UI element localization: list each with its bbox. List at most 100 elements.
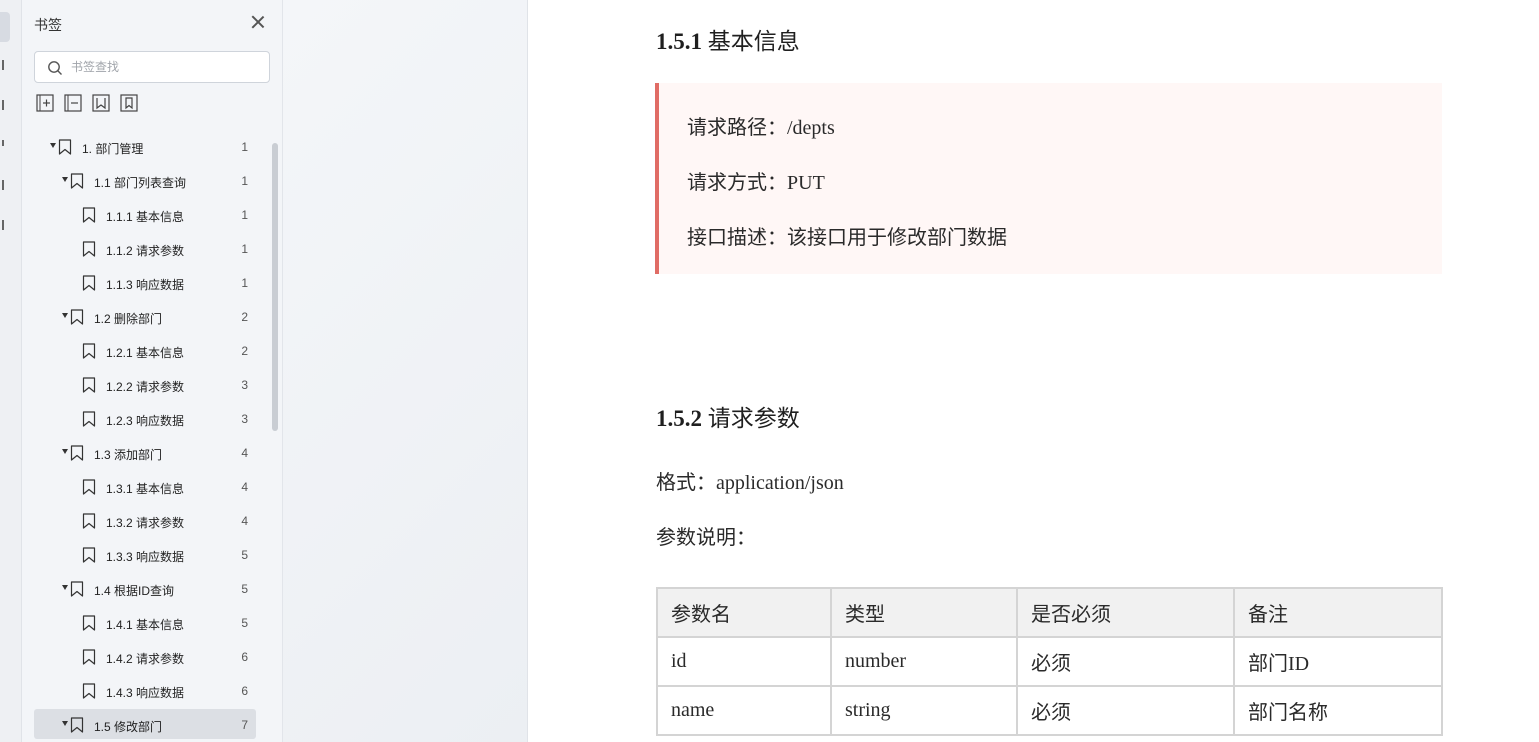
section-heading-basic-info: 1.5.1 基本信息 [656, 22, 800, 56]
table-cell: id [656, 636, 832, 687]
bookmark-item[interactable]: 1.2 删除部门 2 [34, 301, 256, 331]
bookmark-item[interactable]: 1.1.1 基本信息 1 [34, 199, 256, 229]
bookmark-icon [82, 377, 96, 393]
document-page: 1.5.1 基本信息 请求路径：/depts 请求方式：PUT 接口描述：该接口… [529, 0, 1539, 742]
bookmark-page-number: 2 [241, 310, 248, 324]
bookmark-label: 1.1.1 基本信息 [106, 210, 185, 224]
bookmark-item[interactable]: 1.3.3 响应数据 5 [34, 539, 256, 569]
bookmark-label: 1. 部门管理 [82, 142, 144, 156]
bookmark-icon [58, 139, 72, 155]
bookmark-icon [82, 343, 96, 359]
expand-arrow-icon[interactable] [62, 313, 68, 318]
bookmark-icon [70, 717, 84, 733]
bookmark-item[interactable]: 1.1.3 响应数据 1 [34, 267, 256, 297]
layers-icon[interactable] [0, 180, 4, 190]
bookmark-page-number: 4 [241, 514, 248, 528]
params-table: 参数名 类型 是否必须 备注 id number 必须 部门ID name st… [656, 587, 1443, 736]
bookmark-label: 1.1.2 请求参数 [106, 244, 185, 258]
bookmark-item[interactable]: 1.1 部门列表查询 1 [34, 165, 256, 195]
table-header-row: 参数名 类型 是否必须 备注 [656, 587, 1443, 638]
bookmark-page-number: 2 [241, 344, 248, 358]
close-icon[interactable] [250, 14, 266, 30]
table-cell: 必须 [1016, 636, 1235, 687]
bookmark-page-number: 5 [241, 616, 248, 630]
bookmark-icon [82, 411, 96, 427]
expand-arrow-icon[interactable] [50, 143, 56, 148]
table-header: 参数名 [656, 587, 832, 638]
attachment-icon[interactable] [0, 100, 4, 110]
bookmark-page-number: 1 [241, 276, 248, 290]
bookmark-label: 1.1 部门列表查询 [94, 176, 187, 190]
bookmark-page-number: 1 [241, 174, 248, 188]
expand-all-icon[interactable] [34, 92, 56, 114]
bookmark-label: 1.2.3 响应数据 [106, 414, 185, 428]
bookmark-item[interactable]: 1.3.2 请求参数 4 [34, 505, 256, 535]
bookmark-icon [82, 207, 96, 223]
bookmark-page-number: 1 [241, 242, 248, 256]
params-caption: 参数说明： [656, 527, 756, 549]
bookmark-item[interactable]: 1.2.3 响应数据 3 [34, 403, 256, 433]
bookmark-icon [82, 479, 96, 495]
bookmark-item[interactable]: 1.5 修改部门 7 [34, 709, 256, 739]
panel-title: 书签 [34, 17, 62, 33]
bookmark-item[interactable]: 1.2.2 请求参数 3 [34, 369, 256, 399]
bookmark-search-box[interactable] [34, 51, 270, 83]
bookmark-label: 1.3.1 基本信息 [106, 482, 185, 496]
bookmark-label: 1.4.3 响应数据 [106, 686, 185, 700]
section-number: 1.5.2 [656, 406, 702, 431]
bookmark-icon [70, 173, 84, 189]
bookmark-page-number: 1 [241, 208, 248, 222]
table-cell: 必须 [1016, 685, 1235, 736]
table-header: 备注 [1233, 587, 1443, 638]
expand-arrow-icon[interactable] [62, 585, 68, 590]
bookmark-item[interactable]: 1.4.2 请求参数 6 [34, 641, 256, 671]
bookmark-item[interactable]: 1. 部门管理 1 [34, 131, 256, 161]
bookmark-page-number: 6 [241, 650, 248, 664]
bookmark-icon [82, 615, 96, 631]
annotation-icon[interactable] [0, 140, 4, 146]
api-info-callout: 请求路径：/depts 请求方式：PUT 接口描述：该接口用于修改部门数据 [655, 83, 1442, 274]
bookmark-icon [82, 547, 96, 563]
bookmark-icon [82, 513, 96, 529]
table-row: name string 必须 部门名称 [656, 685, 1443, 736]
bookmark-item[interactable]: 1.4 根据ID查询 5 [34, 573, 256, 603]
bookmark-icon [70, 309, 84, 325]
thumbnail-icon[interactable] [0, 60, 4, 70]
bookmark-item[interactable]: 1.1.2 请求参数 1 [34, 233, 256, 263]
bookmark-item[interactable]: 1.3 添加部门 4 [34, 437, 256, 467]
bookmark-label: 1.3 添加部门 [94, 448, 163, 462]
collapse-all-icon[interactable] [62, 92, 84, 114]
bookmark-page-number: 4 [241, 480, 248, 494]
bookmark-label: 1.4.2 请求参数 [106, 652, 185, 666]
bookmark-item[interactable]: 1.2.1 基本信息 2 [34, 335, 256, 365]
bookmark-label: 1.4.1 基本信息 [106, 618, 185, 632]
bookmark-search-input[interactable] [71, 57, 261, 77]
document-canvas-margin [283, 0, 528, 742]
bookmark-page-number: 6 [241, 684, 248, 698]
expand-arrow-icon[interactable] [62, 449, 68, 454]
bookmark-icon [82, 649, 96, 665]
table-header: 是否必须 [1016, 587, 1235, 638]
bookmark-item[interactable]: 1.3.1 基本信息 4 [34, 471, 256, 501]
section-title: 请求参数 [707, 406, 800, 431]
delete-bookmark-icon[interactable] [118, 92, 140, 114]
bookmark-icon [82, 241, 96, 257]
search-panel-icon[interactable] [0, 220, 4, 230]
add-bookmark-icon[interactable] [90, 92, 112, 114]
section-number: 1.5.1 [656, 29, 702, 54]
bookmark-label: 1.3.2 请求参数 [106, 516, 185, 530]
bookmark-icon [82, 683, 96, 699]
bookmark-item[interactable]: 1.4.3 响应数据 6 [34, 675, 256, 705]
table-row: id number 必须 部门ID [656, 636, 1443, 687]
bookmark-icon [70, 581, 84, 597]
expand-arrow-icon[interactable] [62, 721, 68, 726]
bookmark-panel-toggle[interactable] [0, 12, 10, 42]
bookmark-icon [82, 275, 96, 291]
bookmark-item[interactable]: 1.4.1 基本信息 5 [34, 607, 256, 637]
expand-arrow-icon[interactable] [62, 177, 68, 182]
bookmark-scrollbar[interactable] [272, 143, 278, 431]
bookmark-label: 1.3.3 响应数据 [106, 550, 185, 564]
request-path: 请求路径：/depts [687, 117, 835, 139]
table-cell: string [830, 685, 1018, 736]
section-heading-request-params: 1.5.2 请求参数 [656, 399, 800, 433]
